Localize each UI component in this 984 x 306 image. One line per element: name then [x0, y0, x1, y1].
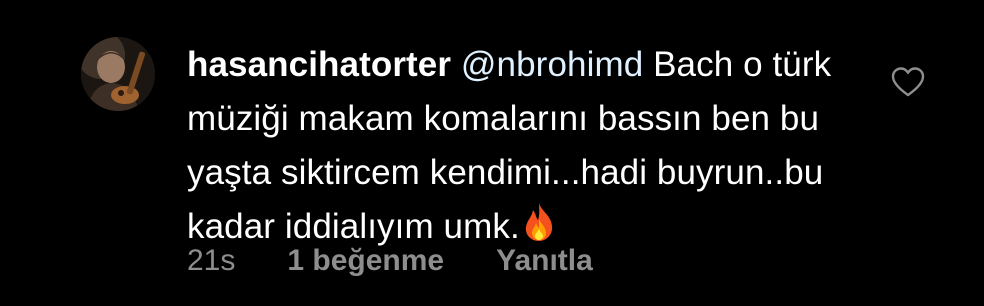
avatar[interactable]: [81, 37, 155, 111]
heart-icon[interactable]: [890, 66, 926, 98]
comment-meta: 21s 1 beğenme Yanıtla: [187, 244, 593, 278]
mention-link[interactable]: @nbrohimd: [461, 45, 643, 84]
timestamp: 21s: [187, 244, 236, 277]
fire-icon: [522, 202, 556, 242]
reply-button[interactable]: Yanıtla: [496, 244, 593, 278]
comment-item: hasancihatorter @nbrohimd Bach o türk mü…: [0, 0, 984, 306]
comment-text-block: hasancihatorter @nbrohimd Bach o türk mü…: [187, 38, 867, 254]
username[interactable]: hasancihatorter: [187, 45, 451, 84]
avatar-image: [81, 37, 155, 111]
likes-count[interactable]: 1 beğenme: [287, 244, 444, 278]
